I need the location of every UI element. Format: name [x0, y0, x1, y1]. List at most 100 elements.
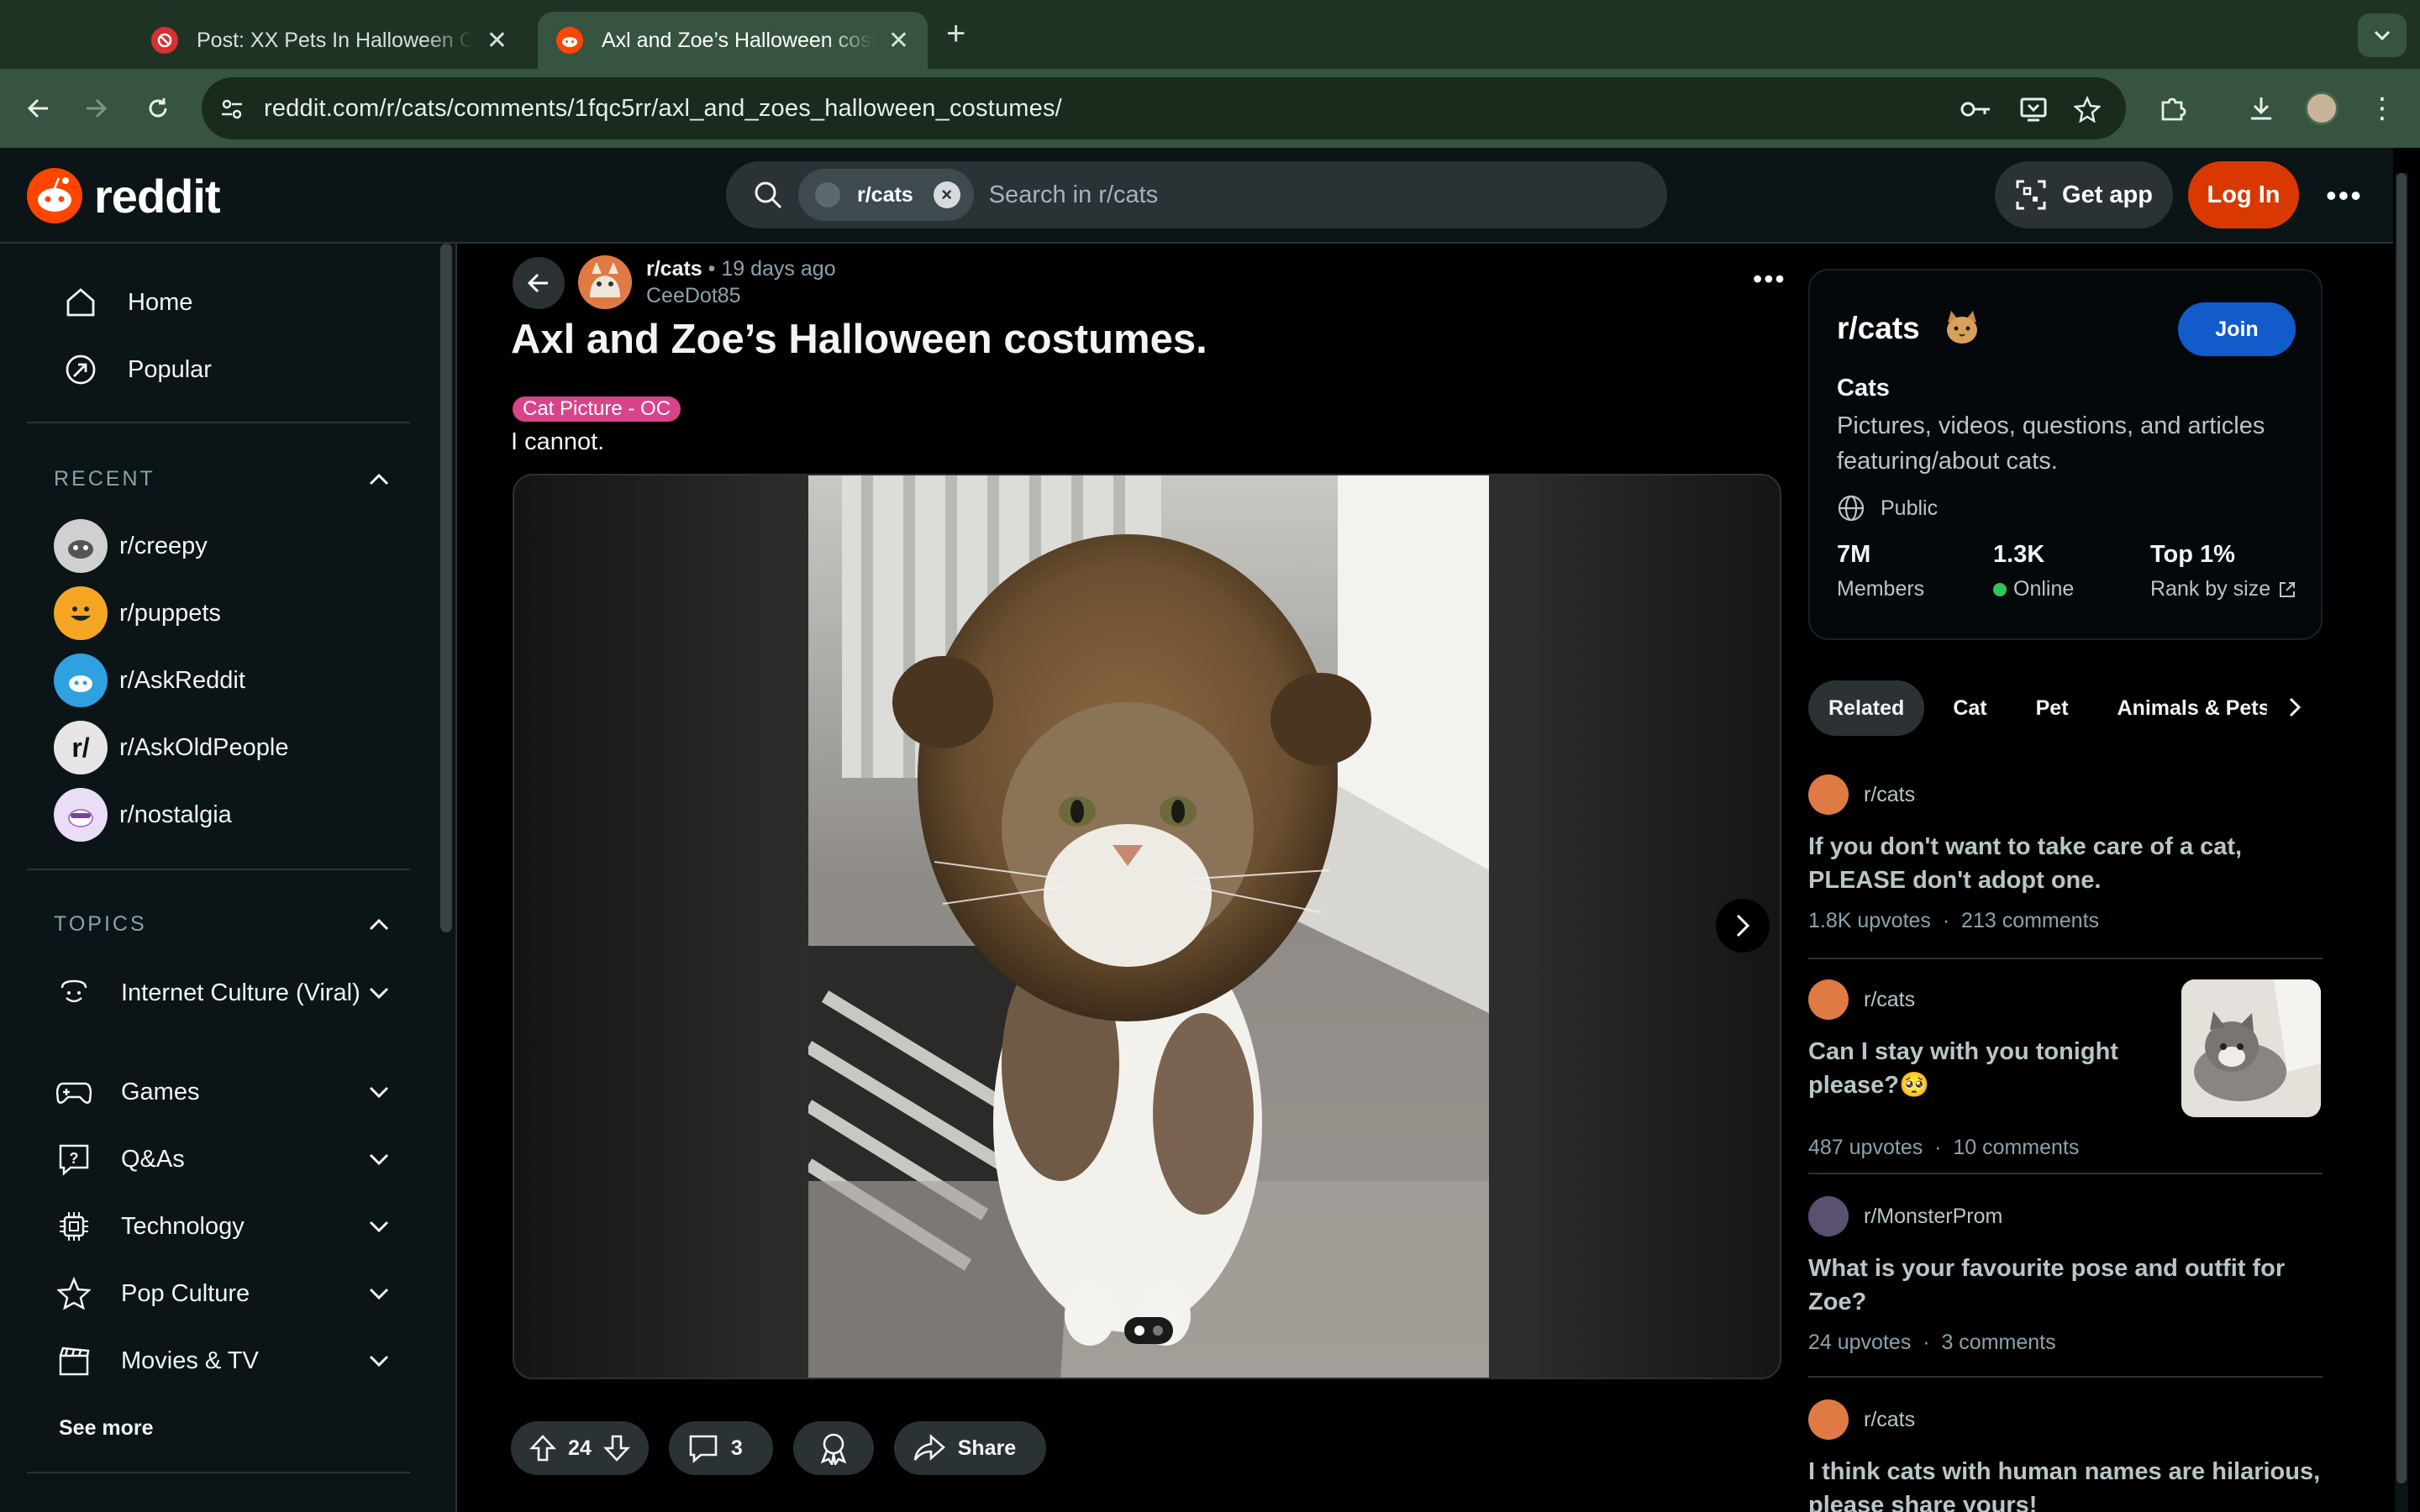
related-sub: r/cats: [1864, 782, 1916, 806]
topic-pop-culture[interactable]: Pop Culture: [54, 1273, 390, 1314]
post-subreddit-link[interactable]: r/cats: [646, 257, 702, 281]
sidebar-item-askoldpeople[interactable]: r/ r/AskOldPeople: [54, 721, 289, 774]
profile-avatar[interactable]: [2302, 89, 2341, 128]
related-upvotes: 487 upvotes: [1808, 1136, 1923, 1159]
search-scope-chip[interactable]: r/cats ×: [798, 169, 974, 221]
subreddit-avatar: [1808, 1196, 1849, 1236]
sidebar-item-creepy[interactable]: r/creepy: [54, 519, 208, 573]
post-gallery[interactable]: [513, 474, 1781, 1379]
askreddit-avatar: [54, 654, 108, 707]
stat-online: 1.3K Online: [1993, 541, 2074, 601]
tab-close-icon[interactable]: ✕: [888, 26, 909, 55]
related-divider: [1808, 958, 2323, 959]
login-button[interactable]: Log In: [2188, 161, 2299, 228]
tab-pet[interactable]: Pet: [2016, 680, 2089, 736]
post-more-icon[interactable]: •••: [1753, 264, 1786, 295]
chevron-down-icon[interactable]: [368, 1354, 390, 1368]
chevron-right-icon[interactable]: [2279, 689, 2312, 726]
recent-section-header[interactable]: RECENT: [54, 467, 390, 491]
topic-internet-culture[interactable]: Internet Culture (Viral): [54, 973, 390, 1013]
post-flair[interactable]: Cat Picture - OC: [513, 396, 681, 422]
tab-related[interactable]: Related: [1808, 680, 1925, 736]
related-post-3[interactable]: r/MonsterProm What is your favourite pos…: [1808, 1196, 2323, 1355]
join-button[interactable]: Join: [2178, 302, 2296, 356]
bookmark-star-icon[interactable]: [2070, 92, 2104, 126]
back-arrow-icon[interactable]: [18, 88, 59, 129]
share-label: Share: [957, 1436, 1017, 1460]
sidebar-item-home[interactable]: Home: [27, 272, 410, 333]
section-title: RECENT: [54, 467, 155, 491]
get-app-label: Get app: [2062, 181, 2153, 208]
topic-technology[interactable]: Technology: [54, 1206, 390, 1247]
post-author[interactable]: CeeDot85: [646, 284, 741, 308]
topic-games[interactable]: Games: [54, 1072, 390, 1112]
award-button[interactable]: [792, 1421, 874, 1475]
gallery-next-button[interactable]: [1716, 899, 1770, 953]
left-sidebar: [0, 244, 457, 1512]
reload-icon[interactable]: [138, 88, 178, 129]
see-more-link[interactable]: See more: [59, 1416, 154, 1441]
upvote-icon[interactable]: [529, 1434, 556, 1462]
extensions-puzzle-icon[interactable]: [2153, 89, 2191, 128]
chevron-down-icon[interactable]: [368, 1220, 390, 1233]
online-dot-icon: [1993, 582, 2007, 596]
gallery-dot[interactable]: [1134, 1326, 1144, 1336]
topic-movies-tv[interactable]: Movies & TV: [54, 1341, 390, 1381]
chevron-down-icon[interactable]: [368, 1085, 390, 1099]
sidebar-scrollbar[interactable]: [440, 244, 452, 932]
topic-qas[interactable]: ? Q&As: [54, 1139, 390, 1179]
install-app-icon[interactable]: [2017, 92, 2050, 126]
share-button[interactable]: Share: [893, 1421, 1047, 1475]
related-post-4[interactable]: r/cats I think cats with human names are…: [1808, 1399, 2323, 1512]
get-app-button[interactable]: Get app: [1995, 161, 2173, 228]
community-visibility: Public: [1837, 494, 1938, 522]
tab-cat[interactable]: Cat: [1933, 680, 2007, 736]
back-arrow-icon: [527, 273, 548, 293]
page-scrollbar[interactable]: [2395, 173, 2408, 1512]
browser-tab-1[interactable]: Post: XX Pets In Halloween Costumes ✕: [133, 12, 526, 69]
related-sub: r/cats: [1864, 1407, 1916, 1431]
tab-animals-pets[interactable]: Animals & Pets: [2097, 680, 2267, 736]
topics-section-header[interactable]: TOPICS: [54, 912, 390, 937]
downvote-icon[interactable]: [602, 1434, 630, 1462]
chevron-down-icon[interactable]: [368, 1287, 390, 1300]
tab-search-chevron-icon[interactable]: [2358, 13, 2407, 57]
tab-close-icon[interactable]: ✕: [487, 26, 508, 55]
sidebar-item-puppets[interactable]: r/puppets: [54, 586, 221, 640]
related-divider: [1808, 1173, 2323, 1174]
sidebar-item-askreddit[interactable]: r/AskReddit: [54, 654, 245, 707]
chevron-down-icon[interactable]: [368, 986, 390, 1000]
browser-menu-icon[interactable]: ⋮: [2363, 89, 2402, 128]
related-post-1[interactable]: r/cats If you don't want to take care of…: [1808, 774, 2323, 933]
stat-value: 7M: [1837, 541, 1871, 568]
post-actions: 24 3 Share: [511, 1421, 1047, 1475]
tab-title: Post: XX Pets In Halloween Costumes: [197, 28, 473, 52]
password-key-icon[interactable]: [1960, 92, 1993, 126]
forward-arrow-icon[interactable]: [76, 88, 116, 129]
more-options-icon[interactable]: •••: [2326, 178, 2363, 213]
browser-tab-2[interactable]: Axl and Zoe’s Halloween costumes ✕: [538, 12, 928, 69]
downloads-icon[interactable]: [2242, 89, 2281, 128]
sidebar-divider: [27, 422, 410, 423]
chevron-down-icon[interactable]: [368, 1152, 390, 1166]
related-comments: 10 comments: [1953, 1136, 2080, 1159]
qr-code-icon: [2016, 180, 2046, 210]
related-post-2[interactable]: r/cats Can I stay with you tonight pleas…: [1808, 979, 2323, 1160]
site-settings-icon[interactable]: [215, 92, 249, 126]
stat-rank[interactable]: Top 1% Rank by size: [2150, 541, 2297, 601]
address-bar[interactable]: reddit.com/r/cats/comments/1fqc5rr/axl_a…: [202, 77, 2126, 139]
chip-label: r/cats: [857, 182, 913, 207]
back-button[interactable]: [513, 257, 565, 309]
gallery-dot[interactable]: [1153, 1326, 1163, 1336]
community-name[interactable]: r/cats: [1837, 311, 1920, 346]
reddit-logo[interactable]: reddit: [27, 168, 221, 223]
sidebar-item-popular[interactable]: Popular: [27, 339, 410, 400]
search-bar[interactable]: r/cats × Search in r/cats: [726, 161, 1667, 228]
stat-members: 7M Members: [1837, 541, 1924, 601]
subreddit-avatar[interactable]: [578, 255, 632, 309]
sidebar-item-nostalgia[interactable]: r/nostalgia: [54, 788, 232, 842]
scrollbar-thumb[interactable]: [2396, 173, 2407, 1483]
chip-remove-icon[interactable]: ×: [933, 181, 960, 208]
comments-button[interactable]: 3: [668, 1421, 773, 1475]
new-tab-icon[interactable]: +: [946, 15, 965, 53]
